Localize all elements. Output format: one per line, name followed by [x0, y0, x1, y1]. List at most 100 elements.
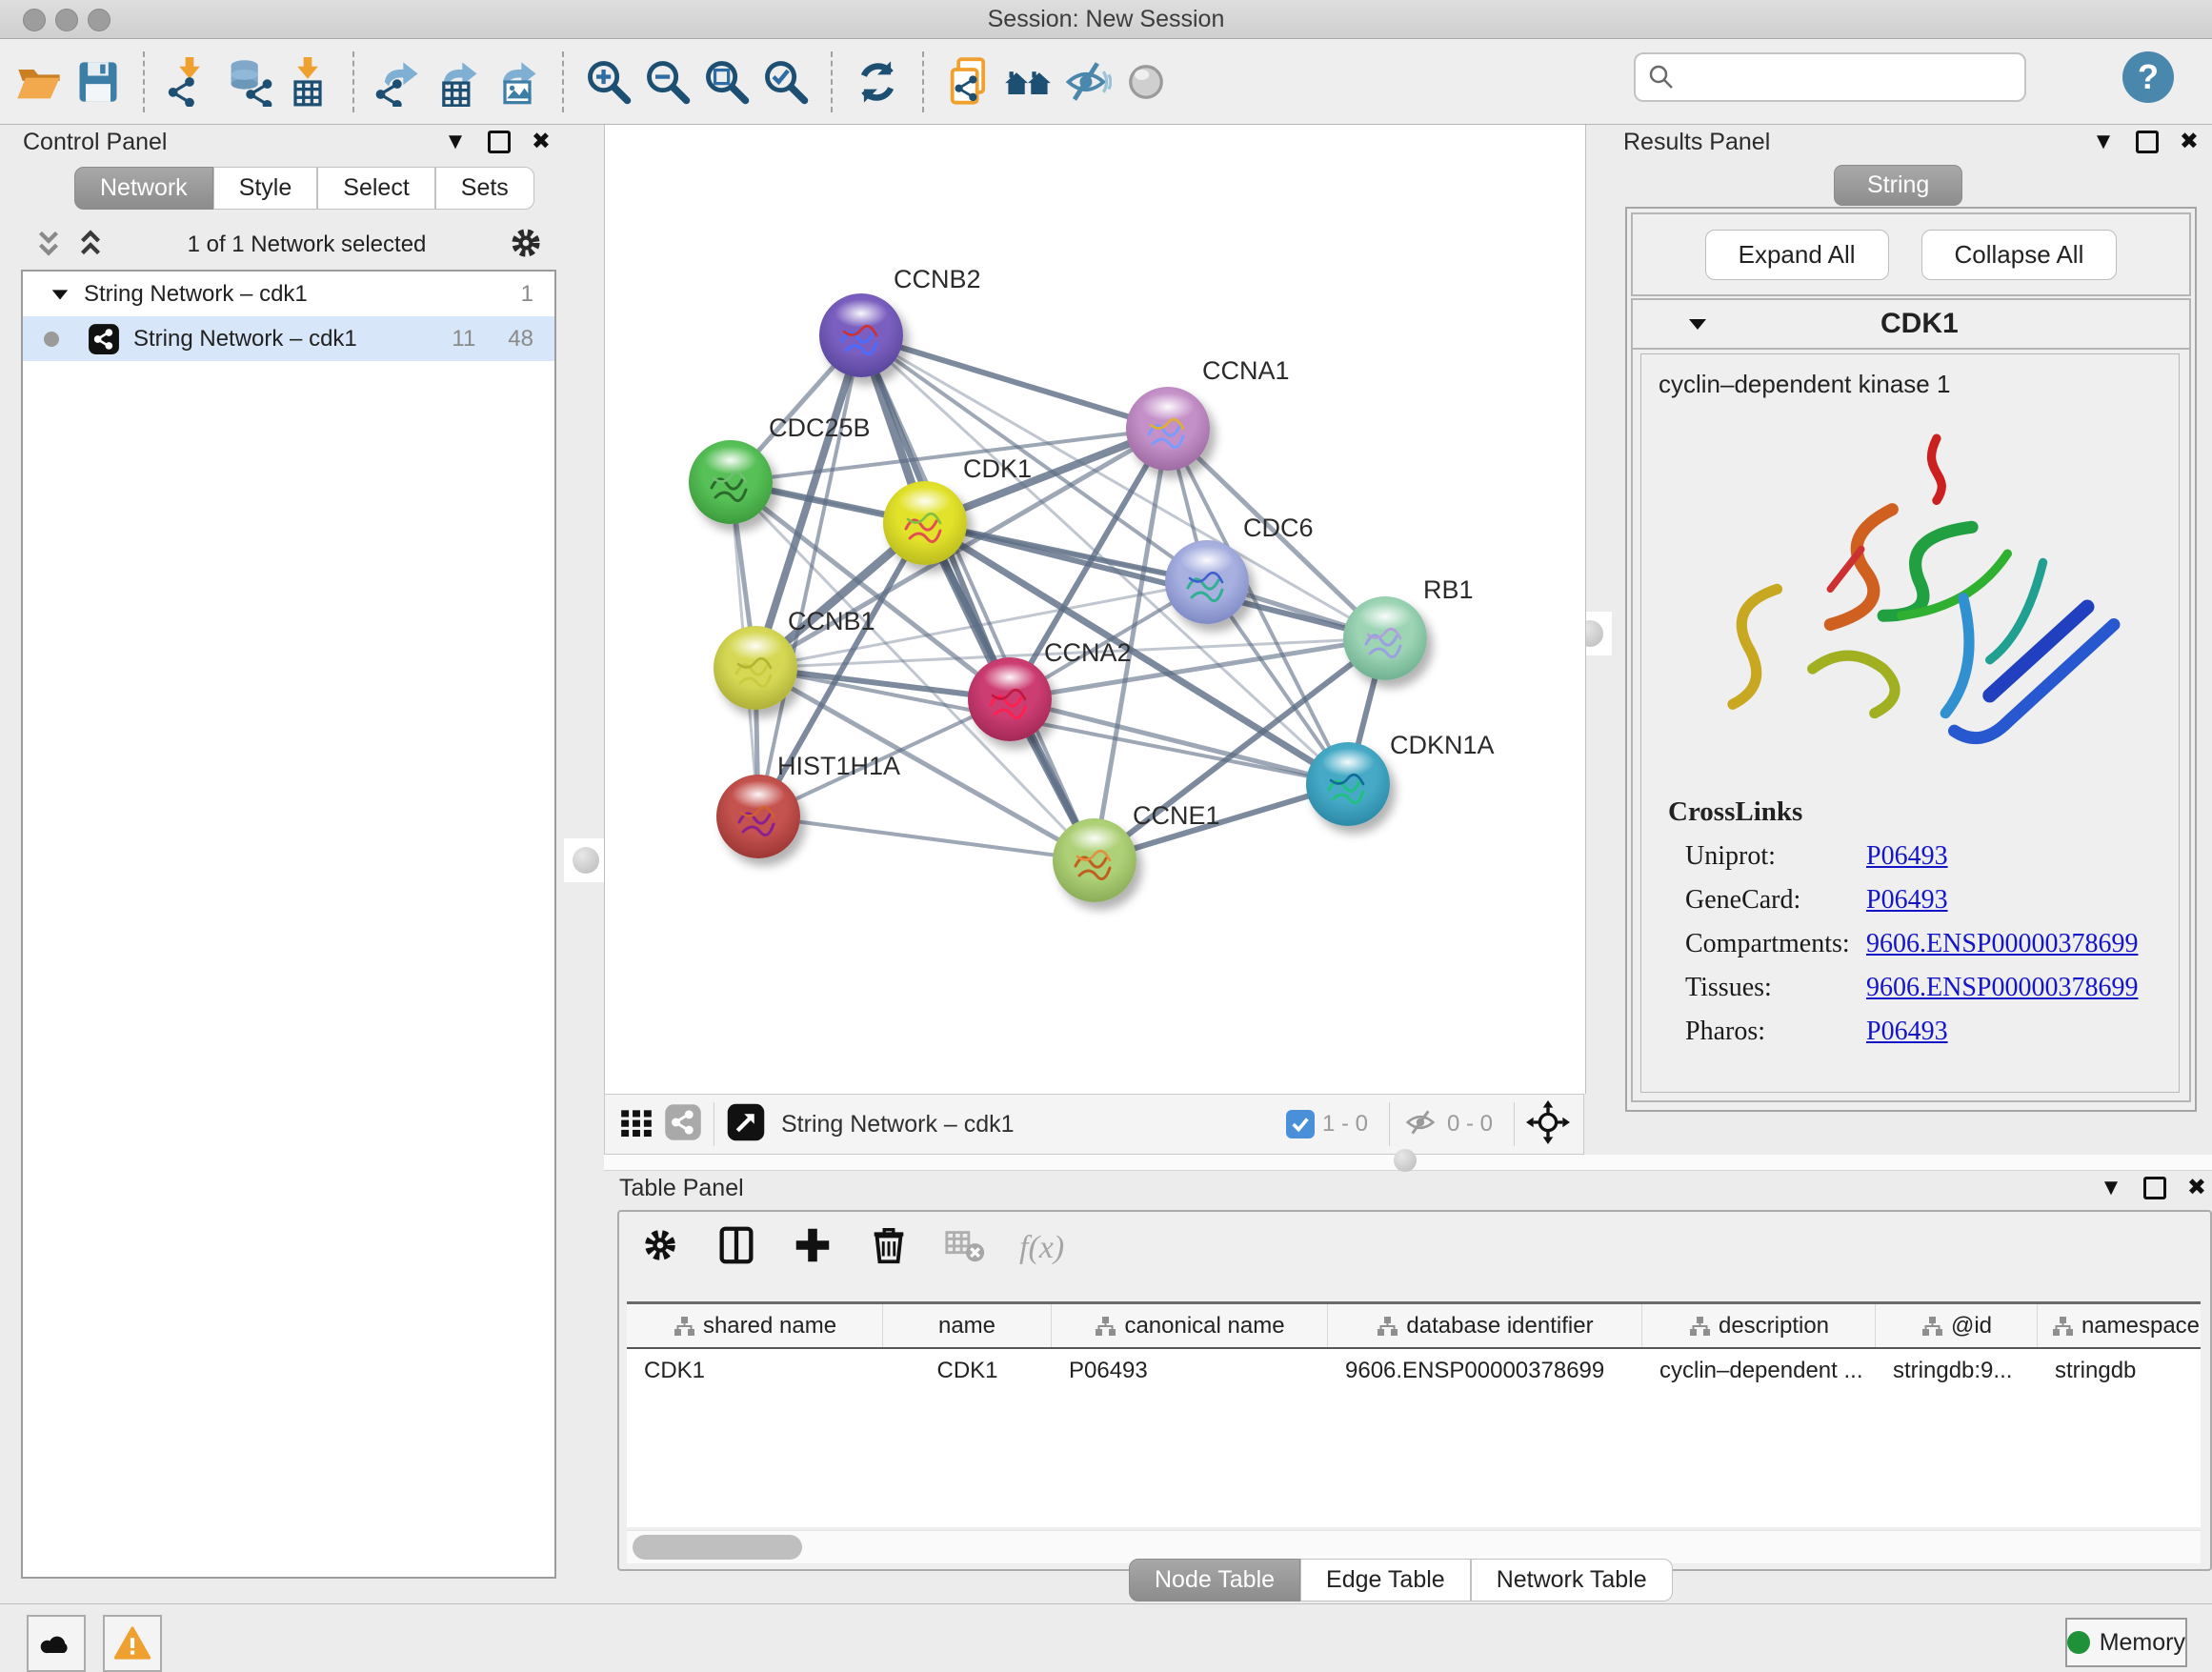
control-panel-menu-icon[interactable]: ▼ — [444, 131, 467, 153]
node-ccnb2[interactable] — [819, 293, 903, 377]
cell-shared-name[interactable]: CDK1 — [627, 1358, 883, 1384]
node-cdkn1a[interactable] — [1306, 742, 1390, 826]
grid-view-icon[interactable] — [618, 1104, 654, 1145]
node-cdk1[interactable] — [883, 481, 967, 565]
crosslink-value-link[interactable]: 9606.ENSP00000378699 — [1866, 973, 2138, 1003]
column-header-description[interactable]: description — [1642, 1304, 1876, 1347]
column-header-canonical-name[interactable]: canonical name — [1052, 1304, 1328, 1347]
hidden-count: 0 - 0 — [1447, 1111, 1493, 1138]
cell-name[interactable]: CDK1 — [883, 1358, 1052, 1384]
collapse-triangle-icon[interactable] — [50, 284, 70, 305]
collapse-all-icon[interactable] — [32, 227, 65, 264]
network-options-gear-icon[interactable] — [507, 224, 545, 267]
table-row[interactable]: CDK1CDK1P064939606.ENSP00000378699cyclin… — [627, 1349, 2201, 1393]
network-row-selected[interactable]: String Network – cdk1 11 48 — [23, 316, 554, 361]
collapse-all-button[interactable]: Collapse All — [1921, 230, 2118, 280]
node-cdc25b[interactable] — [689, 440, 773, 524]
node-ccna2[interactable] — [968, 657, 1052, 741]
column-header--id[interactable]: @id — [1876, 1304, 2038, 1347]
toolbar-search-field[interactable] — [1634, 52, 2026, 102]
cell-canonical-name[interactable]: P06493 — [1052, 1358, 1328, 1384]
open-file-button[interactable] — [10, 52, 69, 111]
export-network-button[interactable] — [370, 52, 429, 111]
import-database-button[interactable] — [219, 52, 278, 111]
crosslink-value-link[interactable]: P06493 — [1866, 885, 1948, 916]
table-panel-menu-icon[interactable]: ▼ — [2100, 1177, 2122, 1199]
help-button[interactable]: ? — [2122, 51, 2174, 103]
crosslinks-heading: CrossLinks — [1668, 796, 2179, 828]
toolbar-group-3 — [570, 39, 825, 124]
results-panel-close-icon[interactable]: ✖ — [2180, 131, 2199, 153]
show-hide-graphics-button[interactable] — [1057, 52, 1116, 111]
tab-select[interactable]: Select — [317, 167, 434, 210]
save-session-button[interactable] — [69, 52, 128, 111]
column-header-namespace[interactable]: namespace — [2038, 1304, 2201, 1347]
network-canvas[interactable]: CCNB2 CCNA1 CDC25B CDK1 CDC6 RB1 CCNB1 — [604, 125, 1586, 1094]
network-collection-row[interactable]: String Network – cdk1 1 — [23, 272, 554, 316]
control-panel-close-icon[interactable]: ✖ — [532, 131, 551, 153]
cell-namespace[interactable]: stringdb — [2038, 1358, 2201, 1384]
results-panel-float-icon[interactable] — [2136, 131, 2159, 153]
network-badge-gray-icon[interactable] — [664, 1103, 702, 1146]
share-document-button[interactable] — [939, 52, 998, 111]
detach-view-icon[interactable] — [726, 1102, 766, 1147]
import-network-button[interactable] — [160, 52, 219, 111]
tab-edge-table[interactable]: Edge Table — [1300, 1559, 1471, 1601]
save-session-icon — [73, 57, 123, 107]
cloud-button[interactable] — [27, 1615, 86, 1672]
node-ccnb1[interactable] — [714, 626, 797, 710]
cell-description[interactable]: cyclin–dependent ... — [1642, 1358, 1876, 1384]
crosslink-value-link[interactable]: P06493 — [1866, 1017, 1948, 1047]
node-ccne1[interactable] — [1053, 818, 1136, 902]
search-input[interactable] — [1676, 63, 2003, 91]
left-splitter-handle[interactable] — [564, 838, 608, 882]
scrollbar-thumb[interactable] — [633, 1535, 802, 1560]
tab-string[interactable]: String — [1834, 165, 1962, 206]
tab-sets[interactable]: Sets — [435, 167, 534, 210]
node-ccna1[interactable] — [1126, 387, 1210, 471]
expand-all-icon[interactable] — [74, 227, 107, 264]
tab-node-table[interactable]: Node Table — [1129, 1559, 1300, 1601]
expand-all-button[interactable]: Expand All — [1705, 230, 1889, 280]
tab-network-table[interactable]: Network Table — [1471, 1559, 1673, 1601]
export-table-button[interactable] — [429, 52, 488, 111]
results-panel-menu-icon[interactable]: ▼ — [2092, 131, 2115, 153]
fit-content-button[interactable] — [697, 52, 756, 111]
column-header-database-identifier[interactable]: database identifier — [1328, 1304, 1642, 1347]
node-hist1h1a[interactable] — [716, 775, 800, 858]
toolbar-group-2 — [360, 39, 556, 124]
birdseye-navigator-icon[interactable] — [1526, 1100, 1570, 1149]
crosslink-value-link[interactable]: P06493 — [1866, 841, 1948, 872]
add-column-button[interactable] — [791, 1223, 835, 1272]
toolbar-separator — [922, 51, 924, 112]
zoom-selected-button[interactable] — [756, 52, 815, 111]
control-panel-float-icon[interactable] — [488, 131, 511, 153]
table-panel-close-icon[interactable]: ✖ — [2187, 1177, 2206, 1199]
crosslink-value-link[interactable]: 9606.ENSP00000378699 — [1866, 929, 2138, 959]
zoom-in-button[interactable] — [579, 52, 638, 111]
eye-orb-icon — [1121, 57, 1171, 107]
cell-database-identifier[interactable]: 9606.ENSP00000378699 — [1328, 1358, 1642, 1384]
table-settings-button[interactable] — [638, 1223, 682, 1272]
gene-collapse-icon[interactable] — [1686, 312, 1709, 335]
table-panel-float-icon[interactable] — [2143, 1177, 2166, 1199]
selected-checkbox[interactable] — [1286, 1110, 1315, 1138]
split-columns-button[interactable] — [714, 1223, 758, 1272]
import-table-button[interactable] — [278, 52, 337, 111]
warning-button[interactable] — [103, 1615, 162, 1672]
zoom-out-button[interactable] — [638, 52, 697, 111]
export-image-button[interactable] — [488, 52, 547, 111]
tab-network[interactable]: Network — [74, 167, 213, 210]
column-header-shared-name[interactable]: shared name — [627, 1304, 883, 1347]
column-header-name[interactable]: name — [883, 1304, 1052, 1347]
node-cdc6[interactable] — [1165, 540, 1249, 624]
memory-button[interactable]: Memory — [2065, 1618, 2187, 1667]
home-button[interactable] — [998, 52, 1057, 111]
node-rb1[interactable] — [1343, 596, 1427, 680]
eye-orb-button[interactable] — [1116, 52, 1176, 111]
node-table[interactable]: shared namenamecanonical namedatabase id… — [627, 1301, 2201, 1527]
refresh-view-button[interactable] — [848, 52, 907, 111]
tab-style[interactable]: Style — [213, 167, 318, 210]
cell--id[interactable]: stringdb:9... — [1876, 1358, 2038, 1384]
delete-column-button[interactable] — [867, 1223, 911, 1272]
